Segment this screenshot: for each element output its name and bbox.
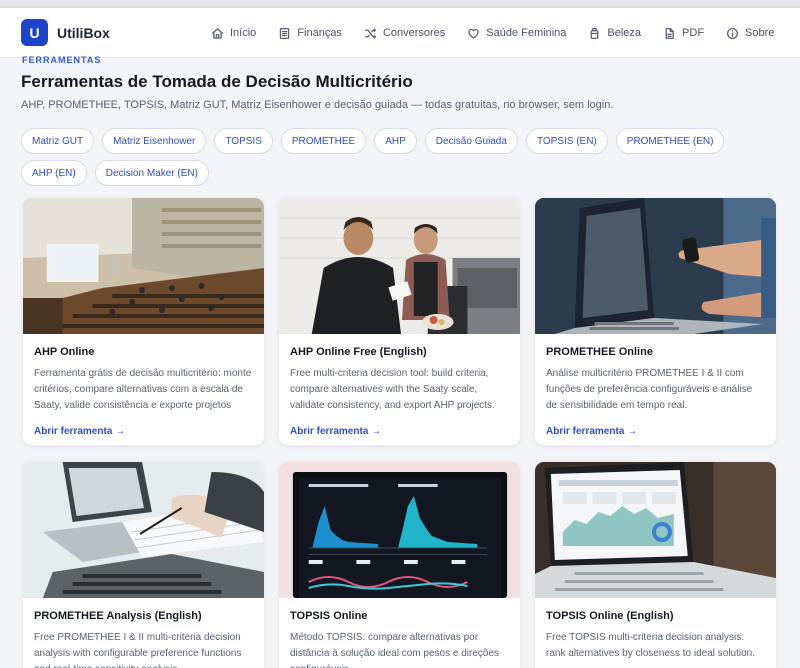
tool-card-promethee-online[interactable]: PROMETHEE Online Análise multicritério P… (534, 197, 777, 446)
heart-icon (468, 28, 479, 39)
tool-card-ahp-online-free[interactable]: AHP Online Free (English) Free multi-cri… (278, 197, 521, 446)
nav-label: Beleza (607, 27, 642, 39)
card-image-analytics-monitor (279, 462, 520, 598)
page-title: Ferramentas de Tomada de Decisão Multicr… (21, 72, 413, 91)
nav-label: Saúde Feminina (486, 27, 567, 39)
nav-item-conversores[interactable]: Conversores (364, 27, 445, 40)
card-image-chefs (279, 198, 520, 334)
chip-topsis-en[interactable]: TOPSIS (EN) (525, 128, 608, 154)
nav-label: Conversores (382, 27, 446, 39)
card-description: Método TOPSIS: compare alternativas por … (290, 632, 500, 668)
brand-name: UtiliBox (57, 24, 110, 41)
nav-item-inicio[interactable]: Início (211, 27, 256, 40)
chip-topsis[interactable]: TOPSIS (214, 128, 273, 154)
card-description: Free TOPSIS multi-criteria decision anal… (546, 632, 756, 659)
section-eyebrow: FERRAMENTAS (22, 55, 102, 65)
file-icon (665, 27, 674, 39)
card-description: Ferramenta grátis de decisão multicritér… (34, 368, 252, 411)
bottle-icon (591, 27, 599, 39)
brand-logo: U (21, 19, 48, 46)
tool-card-topsis-online[interactable]: TOPSIS Online Método TOPSIS: compare alt… (278, 461, 521, 668)
info-icon (727, 27, 739, 39)
card-image-dashboard-laptop (535, 462, 776, 598)
open-tool-link[interactable]: Abrir ferramenta → (290, 426, 509, 437)
chip-ahp-en[interactable]: AHP (EN) (21, 160, 87, 186)
chip-decisao-guiada[interactable]: Decisão Guiada (424, 128, 518, 154)
card-title: AHP Online Free (English) (290, 346, 427, 358)
tool-card-topsis-online-english[interactable]: TOPSIS Online (English) Free TOPSIS mult… (534, 461, 777, 668)
card-description: Análise multicritério PROMETHEE I & II c… (546, 368, 753, 411)
nav-item-financas[interactable]: Finanças (278, 27, 342, 40)
home-icon (211, 27, 224, 39)
card-title: TOPSIS Online (English) (546, 610, 674, 622)
site-header: U UtiliBox Início Finanças Conversores S… (0, 8, 800, 58)
nav-item-beleza[interactable]: Beleza (588, 27, 641, 40)
card-image-laptop-hand (535, 198, 776, 334)
card-title: AHP Online (34, 346, 95, 358)
main-nav: Início Finanças Conversores Saúde Femini… (211, 8, 796, 58)
chip-decision-maker-en[interactable]: Decision Maker (EN) (94, 160, 209, 186)
brand[interactable]: U UtiliBox (21, 19, 110, 46)
nav-label: Finanças (297, 27, 342, 39)
chip-matriz-gut[interactable]: Matriz GUT (21, 128, 95, 154)
chip-promethee-en[interactable]: PROMETHEE (EN) (615, 128, 725, 154)
card-description: Free PROMETHEE I & II multi-criteria dec… (34, 632, 242, 668)
card-title: PROMETHEE Analysis (English) (34, 610, 202, 622)
browser-top-strip (0, 0, 800, 8)
tool-card-promethee-analysis[interactable]: PROMETHEE Analysis (English) Free PROMET… (22, 461, 265, 668)
shuffle-icon (364, 27, 376, 39)
open-tool-link[interactable]: Abrir ferramenta → (546, 426, 765, 437)
nav-item-sobre[interactable]: Sobre (726, 27, 774, 40)
nav-label: Início (230, 27, 257, 39)
card-title: PROMETHEE Online (546, 346, 653, 358)
card-description: Free multi-criteria decision tool: build… (290, 368, 495, 411)
chip-ahp[interactable]: AHP (374, 128, 417, 154)
nav-label: PDF (682, 27, 705, 39)
page-subtitle: AHP, PROMETHEE, TOPSIS, Matriz GUT, Matr… (21, 99, 614, 111)
card-image-lecture-hall (23, 198, 264, 334)
filter-chips: Matriz GUT Matriz Eisenhower TOPSIS PROM… (21, 128, 741, 192)
chip-promethee[interactable]: PROMETHEE (280, 128, 367, 154)
chip-matriz-eisenhower[interactable]: Matriz Eisenhower (102, 128, 207, 154)
tool-card-ahp-online[interactable]: AHP Online Ferramenta grátis de decisão … (22, 197, 265, 446)
nav-item-saude-feminina[interactable]: Saúde Feminina (467, 27, 566, 40)
nav-label: Sobre (745, 27, 775, 39)
document-icon (280, 27, 290, 39)
card-image-writing-laptop (23, 462, 264, 598)
open-tool-link[interactable]: Abrir ferramenta → (34, 426, 253, 437)
card-title: TOPSIS Online (290, 610, 368, 622)
nav-item-pdf[interactable]: PDF (663, 27, 704, 40)
